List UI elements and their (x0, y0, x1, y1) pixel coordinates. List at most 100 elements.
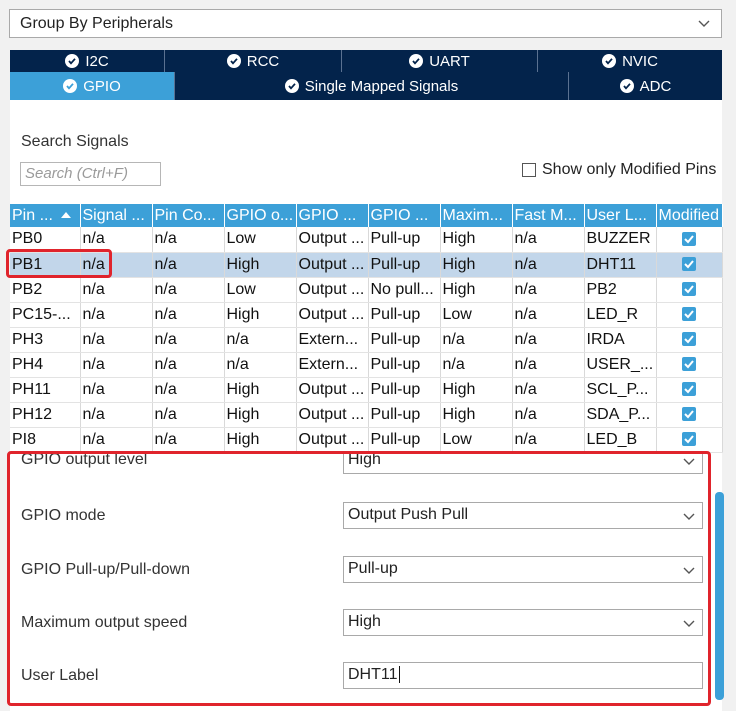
chevron-down-icon (697, 16, 711, 35)
col-header-pin[interactable]: Pin ... (10, 204, 81, 227)
table-row[interactable]: PH3 n/a n/a n/a Extern... Pull-up n/a n/a IRDA (10, 327, 723, 353)
col-header-modified[interactable]: Modified (656, 204, 723, 227)
cell-modified (656, 402, 723, 428)
output-level-label: GPIO output level (21, 453, 148, 468)
cell-signal: n/a (80, 302, 153, 328)
tab-uart[interactable]: UART (342, 50, 538, 72)
table-row[interactable]: PI8 n/a n/a High Output ... Pull-up Low n/a LED_… (10, 427, 723, 453)
col-header-max-speed[interactable]: Maxim... (440, 204, 513, 227)
cell-output-level: High (224, 302, 297, 328)
checked-checkbox-icon[interactable] (682, 432, 696, 447)
output-level-value: High (348, 453, 381, 468)
checked-checkbox-icon[interactable] (682, 307, 696, 322)
cell-gpio-mode: Output ... (296, 302, 369, 328)
table-row[interactable]: PH4 n/a n/a n/a Extern... Pull-up n/a n/a USER_.… (10, 352, 723, 378)
cell-fast-mode: n/a (512, 402, 585, 428)
col-header-pin-context[interactable]: Pin Co... (152, 204, 225, 227)
cell-pin-context: n/a (152, 252, 225, 278)
max-speed-select[interactable]: High (343, 609, 703, 636)
config-scrollbar[interactable] (715, 492, 724, 700)
check-circle-icon (409, 54, 424, 68)
cell-output-level: High (224, 402, 297, 428)
col-header-signal[interactable]: Signal ... (80, 204, 153, 227)
cell-output-level: n/a (224, 352, 297, 378)
gpio-mode-select[interactable]: Output Push Pull (343, 502, 703, 529)
tab-adc[interactable]: ADC (569, 72, 722, 100)
cell-pin: PH12 (10, 402, 81, 428)
cell-signal: n/a (80, 277, 153, 303)
col-header-fast-mode[interactable]: Fast M... (512, 204, 585, 227)
table-row[interactable]: PH12 n/a n/a High Output ... Pull-up High n/a SD… (10, 402, 723, 428)
cell-pin: PB2 (10, 277, 81, 303)
chevron-down-icon (682, 509, 696, 528)
user-label-value: DHT11 (348, 666, 398, 683)
cell-fast-mode: n/a (512, 327, 585, 353)
table-row[interactable]: PH11 n/a n/a High Output ... Pull-up High n/a SC… (10, 377, 723, 403)
chevron-down-icon (682, 616, 696, 635)
user-label-label: User Label (21, 667, 99, 684)
cell-user-label: LED_B (584, 427, 657, 453)
cell-gpio-pull: Pull-up (368, 302, 441, 328)
cell-modified (656, 302, 723, 328)
pull-select[interactable]: Pull-up (343, 556, 703, 583)
col-header-gpio-mode[interactable]: GPIO ... (296, 204, 369, 227)
pull-label: GPIO Pull-up/Pull-down (21, 561, 190, 578)
output-level-select[interactable]: High (343, 453, 703, 474)
col-header-gpio-pull[interactable]: GPIO ... (368, 204, 441, 227)
checked-checkbox-icon[interactable] (682, 232, 696, 247)
table-row[interactable]: PC15-... n/a n/a High Output ... Pull-up Low n/… (10, 302, 723, 328)
cell-modified (656, 252, 723, 278)
cell-user-label: SDA_P... (584, 402, 657, 428)
tab-rcc[interactable]: RCC (165, 50, 342, 72)
tab-label: I2C (85, 52, 109, 70)
show-modified-checkbox[interactable] (522, 163, 536, 177)
tab-gpio[interactable]: GPIO (10, 72, 175, 100)
table-row[interactable]: PB1 n/a n/a High Output ... Pull-up High n/a DHT… (10, 252, 723, 278)
cell-user-label: USER_... (584, 352, 657, 378)
cell-modified (656, 352, 723, 378)
cell-max-speed: n/a (440, 327, 513, 353)
cell-pin-context: n/a (152, 352, 225, 378)
user-label-input[interactable]: DHT11 (343, 662, 703, 689)
col-label: Pin ... (12, 206, 53, 224)
cell-fast-mode: n/a (512, 427, 585, 453)
cell-gpio-pull: Pull-up (368, 427, 441, 453)
cell-gpio-pull: Pull-up (368, 377, 441, 403)
peripheral-tabs-row-1: I2C RCC UART NVIC (10, 50, 722, 72)
table-row[interactable]: PB0 n/a n/a Low Output ... Pull-up High n/a BUZZ… (10, 227, 723, 253)
cell-pin-context: n/a (152, 227, 225, 253)
pin-table: Pin ... Signal ... Pin Co... GPIO o... G… (10, 204, 723, 453)
tab-nvic[interactable]: NVIC (538, 50, 722, 72)
cell-fast-mode: n/a (512, 352, 585, 378)
cell-fast-mode: n/a (512, 252, 585, 278)
cell-modified (656, 377, 723, 403)
checked-checkbox-icon[interactable] (682, 257, 696, 272)
cell-fast-mode: n/a (512, 277, 585, 303)
cell-pin: PB1 (10, 252, 81, 278)
sort-up-icon (60, 212, 71, 219)
cell-modified (656, 227, 723, 253)
checked-checkbox-icon[interactable] (682, 407, 696, 422)
group-by-select[interactable]: Group By Peripherals (9, 9, 722, 38)
cell-gpio-pull: Pull-up (368, 402, 441, 428)
col-header-user-label[interactable]: User L... (584, 204, 657, 227)
cell-gpio-mode: Extern... (296, 352, 369, 378)
cell-signal: n/a (80, 252, 153, 278)
tab-label: NVIC (622, 52, 658, 70)
cell-output-level: Low (224, 227, 297, 253)
max-speed-value: High (348, 613, 381, 630)
cell-pin: PH3 (10, 327, 81, 353)
checked-checkbox-icon[interactable] (682, 357, 696, 372)
tab-single-mapped-signals[interactable]: Single Mapped Signals (175, 72, 569, 100)
cell-user-label: LED_R (584, 302, 657, 328)
gpio-mode-label: GPIO mode (21, 507, 106, 524)
cell-output-level: n/a (224, 327, 297, 353)
search-input[interactable]: Search (Ctrl+F) (20, 162, 161, 186)
table-row[interactable]: PB2 n/a n/a Low Output ... No pull... High n/a P… (10, 277, 723, 303)
cell-output-level: High (224, 427, 297, 453)
col-header-gpio-output[interactable]: GPIO o... (224, 204, 297, 227)
checked-checkbox-icon[interactable] (682, 332, 696, 347)
tab-i2c[interactable]: I2C (10, 50, 165, 72)
checked-checkbox-icon[interactable] (682, 382, 696, 397)
checked-checkbox-icon[interactable] (682, 282, 696, 297)
